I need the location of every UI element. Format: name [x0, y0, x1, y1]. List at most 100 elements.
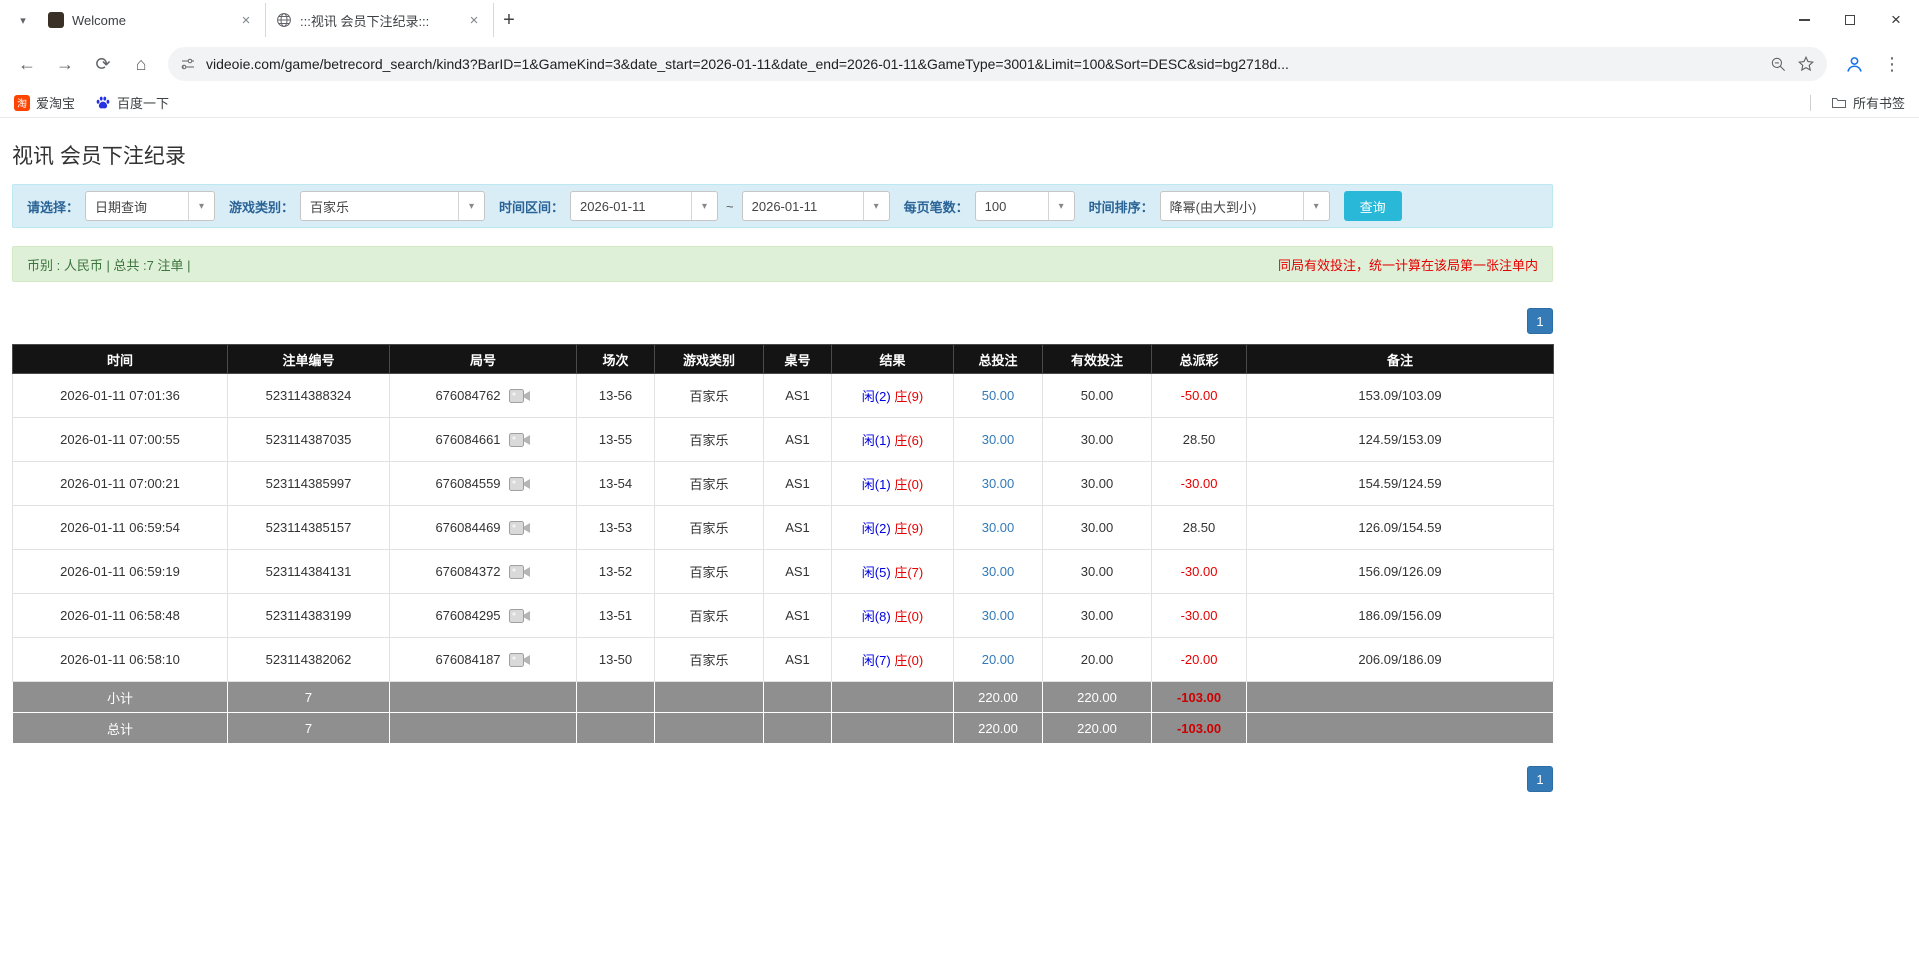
refresh-icon[interactable]: ⟳: [86, 47, 120, 81]
all-bookmarks[interactable]: 所有书签: [1831, 93, 1905, 112]
table-row: 2026-01-11 07:00:21 523114385997 6760845…: [12, 461, 1554, 506]
zoom-icon[interactable]: [1770, 56, 1787, 73]
header-round-id: 局号: [389, 344, 577, 374]
page-button-1[interactable]: 1: [1527, 308, 1553, 334]
cell-result: 闲(7) 庄(0): [831, 637, 954, 682]
filter-game-type: 游戏类别： 百家乐 ▾: [229, 191, 486, 221]
tab-welcome[interactable]: Welcome ×: [38, 3, 266, 37]
per-page-input[interactable]: 100 ▾: [974, 191, 1075, 221]
cell-result: 闲(5) 庄(7): [831, 549, 954, 594]
bookmarks-bar: 淘 爱淘宝 百度一下 所有书签: [0, 88, 1919, 118]
cell-valid-bet: 30.00: [1042, 593, 1152, 638]
video-replay-icon[interactable]: [508, 564, 531, 580]
page-button-1[interactable]: 1: [1527, 766, 1553, 792]
url-text[interactable]: videoie.com/game/betrecord_search/kind3?…: [206, 56, 1760, 72]
cell-round-id: 676084295: [389, 593, 577, 638]
cell-bet-id: 523114382062: [227, 637, 390, 682]
cell-session: 13-53: [576, 505, 655, 550]
video-replay-icon[interactable]: [508, 432, 531, 448]
subtotal-count: 7: [227, 681, 390, 713]
sort-select[interactable]: 降幂(由大到小) ▾: [1159, 191, 1330, 221]
video-replay-icon[interactable]: [508, 388, 531, 404]
menu-kebab-icon[interactable]: ⋮: [1875, 47, 1909, 81]
header-bet-id: 注单编号: [227, 344, 390, 374]
cell-session: 13-55: [576, 417, 655, 462]
total-valid-bet: 220.00: [1042, 712, 1152, 744]
cell-result: 闲(2) 庄(9): [831, 373, 954, 418]
result-banker: 庄(7): [894, 565, 924, 580]
cell-valid-bet: 20.00: [1042, 637, 1152, 682]
cell-remark: 206.09/186.09: [1246, 637, 1554, 682]
cell-payout: -30.00: [1151, 461, 1247, 506]
cell-time: 2026-01-11 07:00:21: [12, 461, 228, 506]
summary-notice: 同局有效投注，统一计算在该局第一张注单内: [1277, 257, 1538, 273]
subtotal-row: 小计 7 220.00 220.00 -103.00: [12, 681, 1554, 713]
cell-time: 2026-01-11 06:58:10: [12, 637, 228, 682]
tab-close-icon[interactable]: ×: [237, 11, 255, 29]
back-icon[interactable]: ←: [10, 47, 44, 81]
tab-search-button[interactable]: ▾: [8, 5, 38, 35]
search-button[interactable]: 查询: [1343, 191, 1402, 221]
video-replay-icon[interactable]: [508, 476, 531, 492]
bookmark-star-icon[interactable]: [1797, 55, 1815, 73]
bookmark-taobao[interactable]: 淘 爱淘宝: [14, 93, 75, 112]
header-session: 场次: [576, 344, 655, 374]
per-page-label: 每页笔数：: [903, 199, 969, 215]
address-bar[interactable]: videoie.com/game/betrecord_search/kind3?…: [168, 47, 1827, 81]
cell-result: 闲(1) 庄(0): [831, 461, 954, 506]
result-player: 闲(1): [861, 433, 891, 448]
home-icon[interactable]: ⌂: [124, 47, 158, 81]
cell-session: 13-51: [576, 593, 655, 638]
bookmark-baidu[interactable]: 百度一下: [95, 93, 169, 112]
maximize-button[interactable]: [1827, 0, 1873, 40]
query-type-label: 请选择：: [27, 199, 80, 215]
minimize-button[interactable]: [1781, 0, 1827, 40]
cell-round-id: 676084372: [389, 549, 577, 594]
result-player: 闲(7): [861, 653, 891, 668]
cell-game-type: 百家乐: [654, 461, 764, 506]
date-end-input[interactable]: 2026-01-11 ▾: [741, 191, 890, 221]
cell-payout: 28.50: [1151, 505, 1247, 550]
cell-game-type: 百家乐: [654, 417, 764, 462]
all-bookmarks-label: 所有书签: [1852, 96, 1905, 111]
cell-total-bet: 30.00: [953, 417, 1043, 462]
cell-game-type: 百家乐: [654, 373, 764, 418]
result-banker: 庄(6): [894, 433, 924, 448]
chevron-down-icon: ▾: [188, 192, 214, 220]
table-row: 2026-01-11 06:58:10 523114382062 6760841…: [12, 637, 1554, 682]
cell-payout: -30.00: [1151, 593, 1247, 638]
game-type-select[interactable]: 百家乐 ▾: [300, 191, 486, 221]
tab-label: Welcome: [72, 12, 126, 28]
cell-session: 13-54: [576, 461, 655, 506]
video-replay-icon[interactable]: [508, 652, 531, 668]
tab-favicon: [48, 12, 64, 28]
page-content: 视讯 会员下注纪录 请选择： 日期查询 ▾ 游戏类别： 百家乐 ▾ 时间区间： …: [0, 140, 1919, 792]
tab-strip: ▾ Welcome × :::视讯 会员下注纪录::: × + ×: [0, 0, 1919, 40]
forward-icon[interactable]: →: [48, 47, 82, 81]
cell-game-type: 百家乐: [654, 593, 764, 638]
cell-bet-id: 523114384131: [227, 549, 390, 594]
video-replay-icon[interactable]: [508, 608, 531, 624]
cell-table: AS1: [763, 417, 832, 462]
new-tab-button[interactable]: +: [494, 5, 524, 35]
site-info-icon[interactable]: [180, 56, 196, 72]
table-body: 2026-01-11 07:01:36 523114388324 6760847…: [12, 373, 1554, 682]
currency-summary: 币别 : 人民币 | 总共 :7 注单 |: [27, 257, 191, 273]
cell-round-id: 676084469: [389, 505, 577, 550]
date-range-label: 时间区间：: [499, 199, 565, 215]
query-type-select[interactable]: 日期查询 ▾: [85, 191, 216, 221]
tab-betrecord[interactable]: :::视讯 会员下注纪录::: ×: [266, 3, 494, 37]
page-title: 视讯 会员下注纪录: [12, 145, 186, 168]
date-separator: ~: [726, 198, 734, 214]
cell-total-bet: 50.00: [953, 373, 1043, 418]
video-replay-icon[interactable]: [508, 520, 531, 536]
subtotal-valid-bet: 220.00: [1042, 681, 1152, 713]
cell-payout: -30.00: [1151, 549, 1247, 594]
close-button[interactable]: ×: [1873, 0, 1919, 40]
result-player: 闲(2): [861, 521, 891, 536]
date-start-input[interactable]: 2026-01-11 ▾: [570, 191, 719, 221]
tab-close-icon[interactable]: ×: [465, 11, 483, 29]
profile-icon[interactable]: [1837, 47, 1871, 81]
cell-round-id: 676084559: [389, 461, 577, 506]
table-row: 2026-01-11 06:59:54 523114385157 6760844…: [12, 505, 1554, 550]
